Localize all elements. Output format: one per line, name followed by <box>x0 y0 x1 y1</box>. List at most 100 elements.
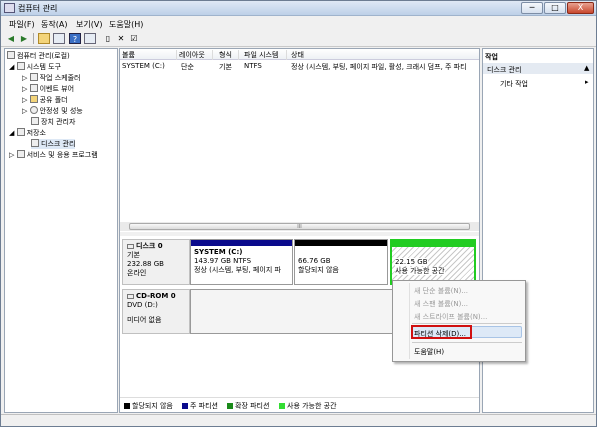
partition-free-size: 22.15 GB <box>395 258 428 266</box>
cdrom-status: 미디어 없음 <box>127 316 162 324</box>
partition-system[interactable]: SYSTEM (C:) 143.97 GB NTFS 정상 (시스템, 부팅, … <box>190 239 293 285</box>
tools-icon <box>16 62 25 70</box>
menu-new-striped-volume[interactable]: 새 스트라이프 볼륨(N)... <box>414 312 487 322</box>
partition-unallocated-size: 66.76 GB <box>298 257 331 265</box>
tree-storage[interactable]: ◢ 저장소 <box>9 128 46 138</box>
legend-swatch-unallocated <box>124 403 130 409</box>
legend-free: 사용 가능한 공간 <box>287 402 337 410</box>
device-manager-icon <box>31 117 39 125</box>
toolbar: ◀ ▶ ? ▯ ✕ ☑ <box>1 31 596 47</box>
close-button[interactable]: X <box>567 2 594 14</box>
tree-reliability[interactable]: ▷ 안정성 및 성능 <box>22 106 83 116</box>
partition-free-space[interactable]: 22.15 GB 사용 가능한 공간 <box>390 239 476 285</box>
menu-help[interactable]: 도움말(H) <box>414 347 444 357</box>
partition-system-size: 143.97 GB NTFS <box>194 257 252 265</box>
submenu-arrow-icon: ▸ <box>585 78 589 86</box>
legend-primary: 주 파티션 <box>190 402 218 410</box>
menu-new-simple-volume[interactable]: 새 단순 볼륨(N)... <box>414 286 468 296</box>
disk0-label[interactable]: 디스크 0 기본 232.88 GB 온라인 <box>122 239 190 285</box>
tree-disk-management[interactable]: 디스크 관리 <box>31 139 76 149</box>
tree-event-viewer[interactable]: ▷ 이벤트 뷰어 <box>22 84 74 94</box>
menu-separator <box>412 342 522 343</box>
unallocated-bar <box>295 240 387 246</box>
cell-layout: 단순 <box>181 63 194 71</box>
scroll-thumb[interactable]: III <box>129 223 470 230</box>
help-icon[interactable]: ? <box>69 33 81 44</box>
free-space-bar <box>392 241 474 247</box>
actions-other: 기타 작업 <box>500 80 528 88</box>
tree-root-label: 컴퓨터 관리(로컬) <box>17 52 70 60</box>
disk-icon <box>127 244 134 249</box>
cdrom-drive: DVD (D:) <box>127 301 158 309</box>
cdrom-label[interactable]: CD-ROM 0 DVD (D:) 미디어 없음 <box>122 289 190 334</box>
cell-volume: SYSTEM (C:) <box>122 62 165 70</box>
tree-task-scheduler[interactable]: ▷ 작업 스케줄러 <box>22 73 80 83</box>
partition-free-status: 사용 가능한 공간 <box>395 267 445 275</box>
checklist-icon[interactable]: ▯ <box>102 33 114 44</box>
legend: 할당되지 않음 주 파티션 확장 파티션 사용 가능한 공간 <box>120 397 479 412</box>
shared-folder-icon <box>29 95 38 103</box>
window-title: 컴퓨터 관리 <box>18 4 58 13</box>
partition-unallocated-status: 할당되지 않음 <box>298 266 339 274</box>
computer-icon <box>7 51 15 59</box>
partition-unallocated[interactable]: 66.76 GB 할당되지 않음 <box>294 239 388 285</box>
tree-services-label: 서비스 및 응용 프로그램 <box>26 151 98 159</box>
tree-storage-label: 저장소 <box>26 129 46 137</box>
menu-delete-partition[interactable]: 파티션 삭제(D)... <box>414 329 466 339</box>
horizontal-scrollbar[interactable]: III <box>120 222 479 231</box>
tree-root[interactable]: 컴퓨터 관리(로컬) <box>7 51 70 61</box>
col-volume[interactable]: 볼륨 <box>122 50 177 60</box>
tree-system-tools[interactable]: ◢ 시스템 도구 <box>9 62 61 72</box>
computer-management-window: 컴퓨터 관리 ─ □ X 파일(F) 동작(A) 보기(V) 도움말(H) ◀ … <box>0 0 597 427</box>
disk0-status: 온라인 <box>127 269 147 277</box>
tree-system-tools-label: 시스템 도구 <box>26 63 62 71</box>
legend-extended: 확장 파티션 <box>235 402 270 410</box>
actions-header: 작업 <box>485 53 498 61</box>
legend-swatch-extended <box>227 403 233 409</box>
minimize-button[interactable]: ─ <box>521 2 543 14</box>
cell-filesystem: NTFS <box>244 62 262 70</box>
delete-icon[interactable]: ✕ <box>115 33 127 44</box>
disk0-type: 기본 <box>127 251 140 259</box>
menu-action[interactable]: 동작(A) <box>41 19 67 30</box>
tree-device-manager[interactable]: 장치 관리자 <box>31 117 75 127</box>
actions-other-item[interactable]: 기타 작업 ▸ <box>483 77 593 88</box>
up-folder-icon[interactable] <box>38 33 50 44</box>
cell-status: 정상 (시스템, 부팅, 페이지 파일, 활성, 크래시 덤프, 주 파티 <box>291 63 467 71</box>
menu-new-spanned-volume[interactable]: 새 스팬 볼륨(N)... <box>414 299 468 309</box>
cdrom-name: CD-ROM 0 <box>127 292 185 301</box>
settings-icon[interactable]: ☑ <box>128 33 140 44</box>
pane-divider[interactable] <box>120 232 479 236</box>
forward-icon[interactable]: ▶ <box>18 33 30 44</box>
computer-management-icon <box>4 3 15 13</box>
tree-device-manager-label: 장치 관리자 <box>41 118 76 126</box>
tree-shared-folders-label: 공유 폴더 <box>39 96 68 104</box>
view-icon[interactable] <box>84 33 96 44</box>
col-type[interactable]: 형식 <box>219 50 239 60</box>
tree-disk-management-label: 디스크 관리 <box>41 140 76 148</box>
context-menu: 새 단순 볼륨(N)... 새 스팬 볼륨(N)... 새 스트라이프 볼륨(N… <box>392 280 526 362</box>
menu-help[interactable]: 도움말(H) <box>109 19 143 30</box>
col-filesystem[interactable]: 파일 시스템 <box>244 50 287 60</box>
properties-icon[interactable] <box>53 33 65 44</box>
back-icon[interactable]: ◀ <box>5 33 17 44</box>
actions-section[interactable]: 디스크 관리 ▲ <box>483 63 593 74</box>
menu-file[interactable]: 파일(F) <box>9 19 35 30</box>
cell-type: 기본 <box>219 63 232 71</box>
status-bar <box>1 414 596 426</box>
event-viewer-icon <box>29 84 38 92</box>
col-status[interactable]: 상태 <box>291 50 479 60</box>
collapse-arrow-icon[interactable]: ▲ <box>584 64 589 72</box>
maximize-button[interactable]: □ <box>544 2 566 14</box>
tree-reliability-label: 안정성 및 성능 <box>39 107 83 115</box>
tree-task-scheduler-label: 작업 스케줄러 <box>39 74 81 82</box>
tree-shared-folders[interactable]: ▷ 공유 폴더 <box>22 95 68 105</box>
menu-gutter <box>409 283 410 359</box>
disk0-size: 232.88 GB <box>127 260 164 268</box>
menu-view[interactable]: 보기(V) <box>76 19 102 30</box>
col-layout[interactable]: 레이아웃 <box>179 50 213 60</box>
performance-icon <box>29 106 38 114</box>
toolbar-separator <box>33 33 34 44</box>
tree-services[interactable]: ▷ 서비스 및 응용 프로그램 <box>9 150 98 160</box>
cdrom-icon <box>127 294 134 299</box>
